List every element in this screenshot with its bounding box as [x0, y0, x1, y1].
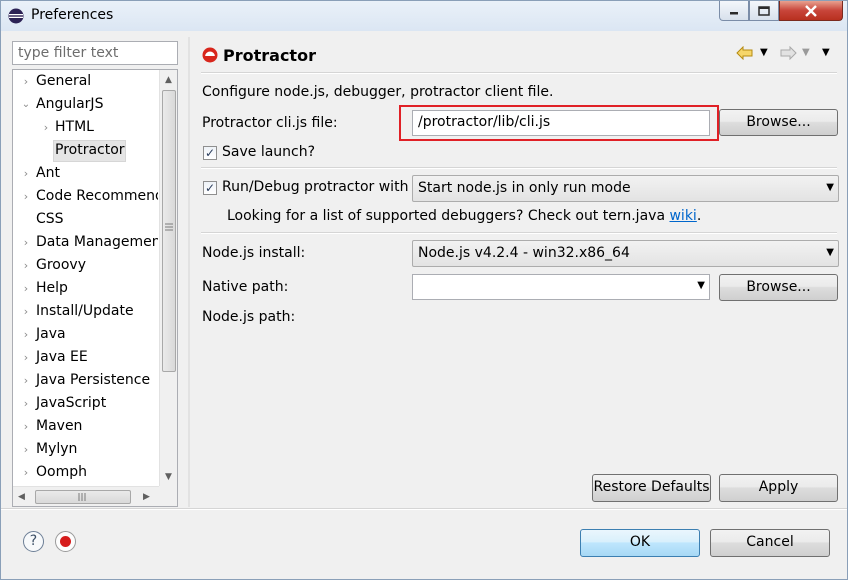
scroll-up-icon[interactable]: ▲ [165, 75, 172, 85]
page-title: Protractor [223, 46, 316, 65]
save-launch-label: Save launch? [222, 144, 316, 160]
expand-arrow-icon[interactable]: › [21, 232, 31, 253]
minimize-icon [730, 11, 738, 14]
window-title: Preferences [31, 7, 114, 23]
help-icon[interactable]: ? [23, 531, 44, 552]
expand-arrow-icon[interactable]: › [21, 393, 31, 414]
run-debug-checkbox[interactable]: ✓ [203, 181, 217, 195]
chevron-down-icon: ▼ [826, 182, 834, 193]
nodejs-install-select[interactable]: Node.js v4.2.4 - win32.x86_64 ▼ [412, 240, 839, 267]
expand-arrow-icon[interactable]: › [21, 71, 31, 92]
browse-cli-button[interactable]: Browse... [719, 109, 838, 136]
expand-arrow-icon[interactable]: › [21, 278, 31, 299]
back-menu-icon[interactable]: ▼ [760, 47, 768, 58]
preference-tree: › General ⌄ AngularJS › HTML Protractor … [12, 69, 178, 507]
scroll-down-icon[interactable]: ▼ [165, 472, 172, 482]
chevron-down-icon: ▼ [826, 247, 834, 258]
view-menu-icon[interactable]: ▼ [822, 47, 830, 58]
chevron-down-icon: ▼ [697, 280, 705, 291]
expand-arrow-icon[interactable]: › [21, 347, 31, 368]
expand-arrow-icon[interactable]: › [21, 462, 31, 483]
debuggers-info: Looking for a list of supported debugger… [227, 208, 702, 224]
back-icon[interactable] [736, 46, 754, 60]
nodejs-install-label: Node.js install: [202, 245, 306, 261]
browse-native-path-button[interactable]: Browse... [719, 274, 838, 301]
ok-button[interactable]: OK [580, 529, 700, 557]
minimize-button[interactable] [719, 1, 749, 21]
expand-arrow-icon[interactable]: › [41, 117, 51, 138]
header-separator-highlight [201, 73, 837, 74]
tree-vertical-scrollbar[interactable]: ▲ ▼ [159, 70, 177, 486]
record-icon[interactable] [55, 531, 76, 552]
expand-arrow-icon[interactable]: › [21, 163, 31, 184]
forward-icon[interactable] [779, 46, 797, 60]
forward-menu-icon[interactable]: ▼ [802, 47, 810, 58]
collapse-arrow-icon[interactable]: ⌄ [21, 94, 31, 115]
description-text: Configure node.js, debugger, protractor … [202, 84, 554, 100]
run-debug-label: Run/Debug protractor with [222, 179, 409, 195]
run-mode-select[interactable]: Start node.js in only run mode ▼ [412, 175, 839, 202]
cancel-button[interactable]: Cancel [710, 529, 830, 557]
tree-list: › General ⌄ AngularJS › HTML Protractor … [13, 70, 158, 486]
footer-separator-highlight [1, 509, 847, 510]
save-launch-checkbox[interactable]: ✓ [203, 146, 217, 160]
native-path-label: Native path: [202, 279, 289, 295]
scroll-right-icon[interactable]: ▶ [143, 492, 150, 502]
cli-file-label: Protractor cli.js file: [202, 115, 338, 131]
eclipse-icon [8, 8, 24, 24]
nodejs-path-label: Node.js path: [202, 309, 296, 325]
maximize-icon [758, 5, 770, 16]
section-separator-highlight [201, 233, 837, 234]
expand-arrow-icon[interactable]: › [21, 186, 31, 207]
preferences-window: Preferences type filter text › General ⌄… [0, 0, 848, 580]
native-path-combo[interactable]: ▼ [412, 274, 710, 300]
close-icon [805, 4, 817, 17]
grip-icon [165, 223, 173, 231]
close-window-button[interactable] [779, 1, 843, 21]
title-bar: Preferences [1, 1, 847, 31]
vertical-scroll-thumb[interactable] [162, 90, 176, 372]
filter-input[interactable]: type filter text [12, 41, 178, 65]
maximize-button[interactable] [749, 1, 779, 21]
scroll-left-icon[interactable]: ◀ [18, 492, 25, 502]
wiki-link[interactable]: wiki [669, 208, 696, 224]
grip-icon [78, 493, 86, 501]
expand-arrow-icon[interactable]: › [21, 416, 31, 437]
expand-arrow-icon[interactable]: › [21, 370, 31, 391]
expand-arrow-icon[interactable]: › [21, 255, 31, 276]
expand-arrow-icon[interactable]: › [21, 439, 31, 460]
expand-arrow-icon[interactable]: › [21, 324, 31, 345]
apply-button[interactable]: Apply [719, 474, 838, 502]
record-dot [60, 536, 71, 547]
protractor-icon [202, 47, 218, 63]
section-separator-highlight [201, 168, 837, 169]
tree-horizontal-scrollbar[interactable]: ◀ ▶ [13, 486, 159, 506]
expand-arrow-icon[interactable]: › [21, 301, 31, 322]
annotation-highlight-box [399, 105, 719, 141]
horizontal-scroll-thumb[interactable] [35, 490, 131, 504]
sash-divider[interactable] [188, 37, 190, 507]
scroll-corner [159, 486, 177, 506]
restore-defaults-button[interactable]: Restore Defaults [592, 474, 711, 502]
